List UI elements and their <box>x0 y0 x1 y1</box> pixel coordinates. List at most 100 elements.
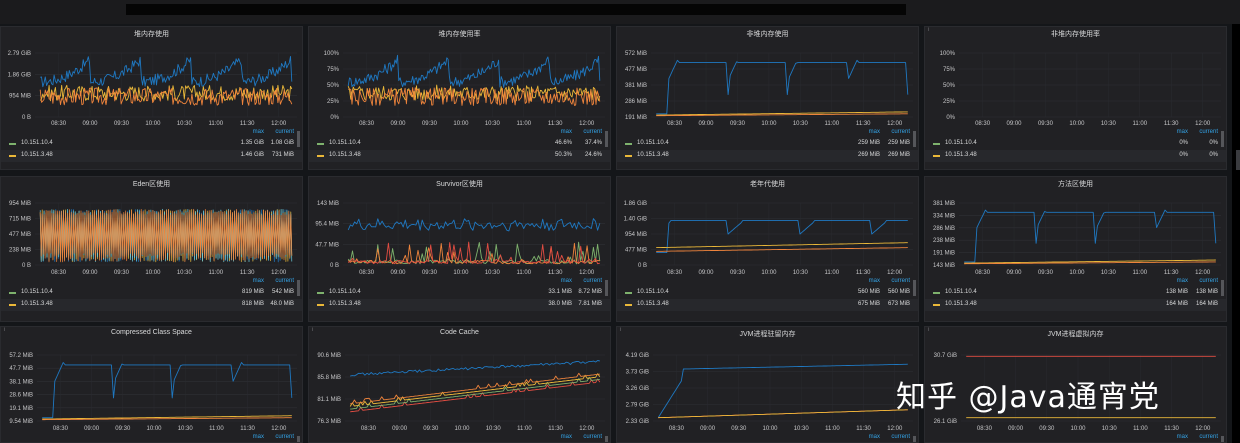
y-tick-label: 57.2 MiB <box>9 353 33 359</box>
x-tick-label: 10:00 <box>1070 426 1086 432</box>
y-tick-label: 191 MiB <box>625 115 647 121</box>
legend-scrollbar[interactable] <box>297 436 300 442</box>
chart-panel[interactable]: 老年代使用 1.86 GiB 1.40 GiB 954 MiB 477 MiB 0 B 08… <box>616 176 919 322</box>
chart-panel[interactable]: i Code Cache 90.6 MiB 85.8 MiB 81.1 MiB 76.3 … <box>308 326 611 443</box>
legend-scrollbar[interactable] <box>913 280 916 296</box>
legend-row[interactable]: 10.151.10.4 33.1 MiB 8.72 MiB <box>309 287 610 299</box>
x-tick-label: 08:30 <box>51 121 67 127</box>
chart-panel[interactable]: Survivor区使用 143 MiB 95.4 MiB 47.7 MiB 0 B 08:… <box>308 176 611 322</box>
chart-panel[interactable]: i JVM进程驻留内存 4.19 GiB 3.73 GiB 3.26 GiB 2.79 G… <box>616 326 919 443</box>
legend-current-header[interactable]: current <box>891 434 910 442</box>
legend-max-header[interactable]: max <box>869 434 880 442</box>
legend-row[interactable]: 10.151.3.48 38.0 MiB 7.81 MiB <box>309 299 610 311</box>
x-tick-label: 08:30 <box>51 270 67 276</box>
legend-row[interactable]: 10.151.3.48 50.3% 24.6% <box>309 150 610 162</box>
legend-row[interactable]: 10.151.3.48 1.46 GiB 731 MiB <box>1 150 302 162</box>
series-line <box>350 376 600 410</box>
legend-current-header[interactable]: current <box>275 129 294 137</box>
legend-current-header[interactable]: current <box>891 129 910 137</box>
y-tick-label: 75% <box>943 67 956 73</box>
legend-max-header[interactable]: max <box>869 129 880 137</box>
y-tick-label: 143 MiB <box>317 201 339 207</box>
legend-current-header[interactable]: current <box>583 434 602 442</box>
legend-scrollbar[interactable] <box>913 131 916 147</box>
legend-scrollbar[interactable] <box>1221 436 1224 442</box>
y-tick-label: 47.7 MiB <box>315 242 339 248</box>
x-tick-label: 10:30 <box>1102 426 1118 432</box>
y-tick-label: 81.1 MiB <box>317 397 341 403</box>
legend-swatch <box>625 143 632 145</box>
legend-scrollbar[interactable] <box>297 280 300 296</box>
legend-row[interactable]: 10.151.3.48 675 MiB 673 MiB <box>617 299 918 311</box>
legend-scrollbar[interactable] <box>1221 280 1224 296</box>
legend-current-value: 259 MiB <box>887 140 910 146</box>
legend-scrollbar[interactable] <box>913 436 916 442</box>
series-line <box>347 218 601 232</box>
legend-max-header[interactable]: max <box>1177 129 1188 137</box>
x-tick-label: 11:00 <box>1132 270 1147 276</box>
chart-panel[interactable]: 非堆内存使用 572 MiB 477 MiB 381 MiB 286 MiB 191 Mi… <box>616 26 919 170</box>
legend-row[interactable]: 10.151.10.4 46.6% 37.4% <box>309 138 610 150</box>
x-tick-label: 10:30 <box>1101 121 1117 127</box>
page-scrollbar[interactable] <box>1236 150 1240 170</box>
legend-scrollbar[interactable] <box>605 280 608 296</box>
legend-row[interactable]: 10.151.3.48 0% 0% <box>925 150 1226 162</box>
chart-panel[interactable]: 堆内存使用 2.79 GiB 1.86 GiB 954 MiB 0 B 08:30 09:0… <box>0 26 303 170</box>
y-tick-label: 26.1 GiB <box>934 419 957 425</box>
legend-current-value: 0% <box>1209 152 1218 158</box>
legend-row[interactable]: 10.151.3.48 818 MiB 48.0 MiB <box>1 299 302 311</box>
legend-max-header[interactable]: max <box>253 129 264 137</box>
x-tick-label: 10:00 <box>1069 121 1085 127</box>
chart-panel[interactable]: i 非堆内存使用率 100% 75% 50% 25% 0% 08:30 09:00 09:30 10… <box>924 26 1227 170</box>
chart-panel[interactable]: i Compressed Class Space 57.2 MiB 47.7 MiB 3… <box>0 326 303 443</box>
legend-row[interactable]: 10.151.10.4 560 MiB 560 MiB <box>617 287 918 299</box>
legend-current-header[interactable]: current <box>1199 434 1218 442</box>
legend-scrollbar[interactable] <box>605 131 608 147</box>
legend-current-header[interactable]: current <box>583 278 602 286</box>
x-tick-label: 09:30 <box>422 121 438 127</box>
legend-max-header[interactable]: max <box>869 278 880 286</box>
legend-current-header[interactable]: current <box>275 278 294 286</box>
legend-current-value: 0% <box>1209 140 1218 146</box>
x-tick-label: 11:00 <box>1133 426 1148 432</box>
legend-row[interactable]: 10.151.10.4 259 MiB 259 MiB <box>617 138 918 150</box>
legend-current-header[interactable]: current <box>1199 129 1218 137</box>
legend-scrollbar[interactable] <box>605 436 608 442</box>
legend-max-header[interactable]: max <box>253 434 264 442</box>
chart-panel[interactable]: 堆内存使用率 100% 75% 50% 25% 0% 08:30 09:00 09:30 10:0… <box>308 26 611 170</box>
legend-max-header[interactable]: max <box>1177 434 1188 442</box>
legend-row[interactable]: 10.151.3.48 164 MiB 164 MiB <box>925 299 1226 311</box>
legend-scrollbar[interactable] <box>1221 131 1224 147</box>
legend-current-value: 8.72 MiB <box>578 289 602 295</box>
legend-current-header[interactable]: current <box>583 129 602 137</box>
x-tick-label: 10:30 <box>177 270 193 276</box>
legend-scrollbar[interactable] <box>297 131 300 147</box>
legend-max-header[interactable]: max <box>1177 278 1188 286</box>
series-line <box>656 242 908 249</box>
legend-row[interactable]: 10.151.10.4 0% 0% <box>925 138 1226 150</box>
chart-panel[interactable]: Eden区使用 954 MiB 715 MiB 477 MiB 238 MiB 0 B 08… <box>0 176 303 322</box>
legend-current-header[interactable]: current <box>1199 278 1218 286</box>
legend: max current 10.151.10.4 1.35 GiB 1.08 GiB 10.… <box>1 129 302 169</box>
x-tick-label: 10:30 <box>793 121 809 127</box>
legend-row[interactable]: 10.151.10.4 819 MiB 542 MiB <box>1 287 302 299</box>
legend-swatch <box>9 304 16 306</box>
legend-row[interactable]: 10.151.3.48 269 MiB 269 MiB <box>617 150 918 162</box>
y-tick-label: 9.54 MiB <box>9 419 33 425</box>
chart-panel[interactable]: 方法区使用 381 MiB 334 MiB 286 MiB 238 MiB 191 MiB… <box>924 176 1227 322</box>
legend-swatch <box>9 155 16 157</box>
legend-current-header[interactable]: current <box>275 434 294 442</box>
legend-max-header[interactable]: max <box>561 129 572 137</box>
legend-max-header[interactable]: max <box>253 278 264 286</box>
y-tick-label: 0 B <box>22 263 31 269</box>
x-tick-label: 11:00 <box>516 121 531 127</box>
legend-row[interactable]: 10.151.10.4 1.35 GiB 1.08 GiB <box>1 138 302 150</box>
x-tick-label: 11:00 <box>517 426 532 432</box>
legend-max-header[interactable]: max <box>561 434 572 442</box>
legend-current-header[interactable]: current <box>891 278 910 286</box>
legend-row[interactable]: 10.151.10.4 138 MiB 138 MiB <box>925 287 1226 299</box>
legend-max-header[interactable]: max <box>561 278 572 286</box>
x-tick-label: 09:00 <box>1007 121 1023 127</box>
y-tick-label: 286 MiB <box>625 99 647 105</box>
x-tick-label: 11:00 <box>208 270 223 276</box>
